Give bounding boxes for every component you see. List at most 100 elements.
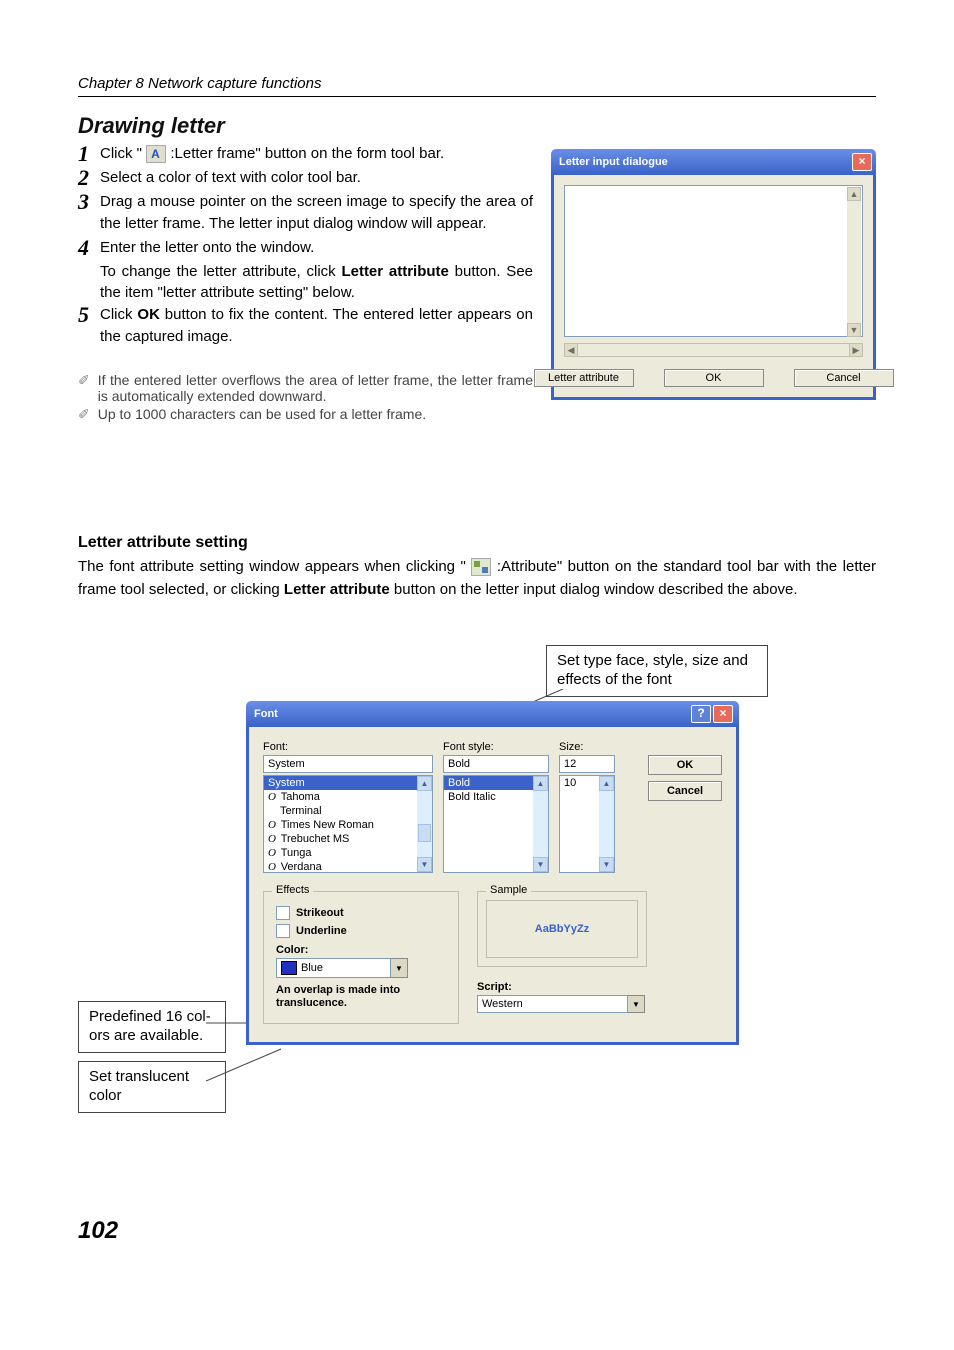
script-combo[interactable]: Western ▼ xyxy=(477,995,645,1013)
font-dialog-titlebar: Font ? × xyxy=(246,701,739,727)
step-number: 1 xyxy=(78,143,94,165)
cancel-button[interactable]: Cancel xyxy=(648,781,722,801)
script-value: Western xyxy=(477,995,628,1013)
list-item[interactable]: Trebuchet MS xyxy=(264,832,432,846)
text: :Letter frame" button on the form tool b… xyxy=(170,145,444,162)
scroll-up-icon[interactable]: ▲ xyxy=(599,776,614,791)
sample-label: Sample xyxy=(486,884,531,896)
section-title: Drawing letter xyxy=(78,113,876,139)
scroll-down-icon[interactable]: ▼ xyxy=(599,857,614,872)
underline-checkbox[interactable]: Underline xyxy=(276,924,446,938)
step-number: 3 xyxy=(78,191,94,235)
chevron-down-icon[interactable]: ▼ xyxy=(391,958,408,978)
step-number: 2 xyxy=(78,167,94,189)
scroll-right-icon[interactable]: ▶ xyxy=(849,343,863,357)
font-listbox[interactable]: System Tahoma Terminal Times New Roman T… xyxy=(263,775,433,873)
step-4: Enter the letter onto the window. xyxy=(100,237,533,259)
text: button to fix the content. The entered l… xyxy=(100,306,533,345)
size-listbox[interactable]: 10 ▲ ▼ xyxy=(559,775,615,873)
strikeout-checkbox[interactable]: Strikeout xyxy=(276,906,446,920)
subsection-body: The font attribute setting window appear… xyxy=(78,556,876,601)
text: To change the letter attribute, click xyxy=(100,263,341,280)
list-item[interactable]: Verdana xyxy=(264,860,432,874)
text: Click " xyxy=(100,145,142,162)
font-label: Font: xyxy=(263,741,433,753)
page-number: 102 xyxy=(78,1217,118,1245)
overlap-note: An overlap is made into translucence. xyxy=(276,984,446,1010)
note-icon: ✐ xyxy=(78,372,90,404)
scroll-down-icon[interactable]: ▼ xyxy=(847,323,861,337)
close-icon[interactable]: × xyxy=(713,705,733,723)
scrollbar-vertical[interactable]: ▲ ▼ xyxy=(847,187,861,337)
font-input[interactable]: System xyxy=(263,755,433,773)
letter-textarea[interactable]: ▲ ▼ xyxy=(564,185,863,337)
list-item[interactable]: System xyxy=(264,776,432,790)
checkbox-label: Strikeout xyxy=(296,907,344,919)
scroll-up-icon[interactable]: ▲ xyxy=(533,776,548,791)
scroll-up-icon[interactable]: ▲ xyxy=(417,776,432,791)
step-5: Click OK button to fix the content. The … xyxy=(100,304,533,348)
step-1: Click " :Letter frame" button on the for… xyxy=(100,143,533,165)
script-label: Script: xyxy=(477,981,647,993)
scrollbar-vertical[interactable]: ▲ ▼ xyxy=(417,776,432,872)
notes: ✐If the entered letter overflows the are… xyxy=(78,372,533,423)
subsection-title: Letter attribute setting xyxy=(78,534,876,552)
letter-frame-icon xyxy=(146,145,166,163)
step-number: 4 xyxy=(78,237,94,259)
step-number: 5 xyxy=(78,304,94,348)
step-4-sub: To change the letter attribute, click Le… xyxy=(100,261,533,305)
color-swatch-icon xyxy=(281,961,297,975)
steps-list: 1 Click " :Letter frame" button on the f… xyxy=(78,143,533,348)
scrollbar-vertical[interactable]: ▲ ▼ xyxy=(533,776,548,872)
attribute-icon xyxy=(471,558,491,576)
text: The font attribute setting window appear… xyxy=(78,558,466,575)
callout-translucent: Set translucent color xyxy=(78,1061,226,1113)
color-label: Color: xyxy=(276,944,446,956)
close-icon[interactable]: × xyxy=(852,153,872,171)
dialog-titlebar: Letter input dialogue × xyxy=(551,149,876,175)
size-label: Size: xyxy=(559,741,615,753)
ok-button[interactable]: OK xyxy=(664,369,764,387)
font-style-label: Font style: xyxy=(443,741,549,753)
scroll-thumb[interactable] xyxy=(418,824,431,842)
scroll-down-icon[interactable]: ▼ xyxy=(417,857,432,872)
step-3: Drag a mouse pointer on the screen image… xyxy=(100,191,533,235)
checkbox-label: Underline xyxy=(296,925,347,937)
effects-label: Effects xyxy=(272,884,313,896)
step-2: Select a color of text with color tool b… xyxy=(100,167,533,189)
scroll-left-icon[interactable]: ◀ xyxy=(564,343,578,357)
sample-preview: AaBbYyZz xyxy=(486,900,638,958)
size-input[interactable]: 12 xyxy=(559,755,615,773)
letter-attribute-button[interactable]: Letter attribute xyxy=(534,369,634,387)
chapter-header: Chapter 8 Network capture functions xyxy=(78,75,876,97)
list-item[interactable]: Tunga xyxy=(264,846,432,860)
color-combo[interactable]: Blue ▼ xyxy=(276,958,408,978)
note-2: Up to 1000 characters can be used for a … xyxy=(98,406,426,423)
font-dialog: Font ? × Font: System System Tahoma Te xyxy=(246,701,739,1044)
scrollbar-horizontal[interactable]: ◀ ▶ xyxy=(564,343,863,357)
scrollbar-vertical[interactable]: ▲ ▼ xyxy=(599,776,614,872)
font-style-input[interactable]: Bold xyxy=(443,755,549,773)
list-item[interactable]: Terminal xyxy=(264,804,432,818)
note-1: If the entered letter overflows the area… xyxy=(98,372,533,404)
help-icon[interactable]: ? xyxy=(691,705,711,723)
ok-button[interactable]: OK xyxy=(648,755,722,775)
chevron-down-icon[interactable]: ▼ xyxy=(628,995,645,1013)
dialog-title: Letter input dialogue xyxy=(559,156,668,168)
callout-line xyxy=(206,1047,286,1087)
cancel-button[interactable]: Cancel xyxy=(794,369,894,387)
list-item[interactable]: Tahoma xyxy=(264,790,432,804)
scroll-down-icon[interactable]: ▼ xyxy=(533,857,548,872)
text-bold: Letter attribute xyxy=(341,263,448,280)
letter-input-dialog: Letter input dialogue × ▲ ▼ ◀ ▶ Letter a… xyxy=(551,149,876,424)
scroll-up-icon[interactable]: ▲ xyxy=(847,187,861,201)
note-icon: ✐ xyxy=(78,406,90,423)
font-dialog-title: Font xyxy=(254,708,278,720)
text-bold: Letter attribute xyxy=(284,581,390,598)
text-bold: OK xyxy=(137,306,160,323)
callout-colors: Predefined 16 col- ors are available. xyxy=(78,1001,226,1053)
list-item[interactable]: Times New Roman xyxy=(264,818,432,832)
text: button on the letter input dialog window… xyxy=(390,581,798,598)
text: Click xyxy=(100,306,137,323)
font-style-listbox[interactable]: Bold Bold Italic ▲ ▼ xyxy=(443,775,549,873)
